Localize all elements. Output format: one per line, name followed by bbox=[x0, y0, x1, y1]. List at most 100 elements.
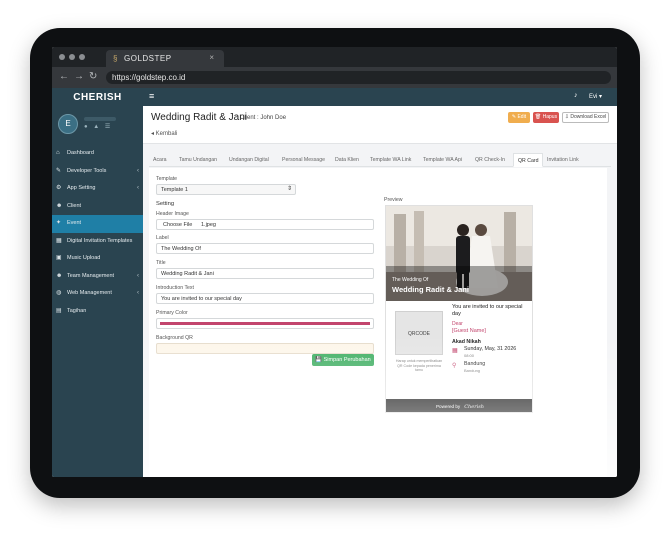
tab-qr-check-in[interactable]: QR Check-In bbox=[475, 153, 505, 167]
powered-by-footer: Powered by Cherish bbox=[386, 399, 532, 412]
background-qr-label: Background QR bbox=[156, 335, 193, 341]
top-navbar: ≡ ♪ Evi ▾ bbox=[143, 88, 617, 106]
sidebar-item-team-management[interactable]: ☻ Team Management ‹ bbox=[52, 268, 143, 286]
user-dropdown[interactable]: Evi ▾ bbox=[589, 93, 602, 100]
tab-acara[interactable]: Acara bbox=[153, 153, 167, 167]
intro-text-input[interactable]: You are invited to our special day bbox=[156, 293, 374, 304]
brand-logo[interactable]: CHERISH bbox=[52, 88, 143, 106]
choose-file-button[interactable]: Choose File bbox=[163, 222, 192, 228]
photo-title-text: Wedding Radit & Jani bbox=[392, 285, 469, 294]
tab-template-wa-api[interactable]: Template WA Api bbox=[423, 153, 462, 167]
primary-color-picker[interactable] bbox=[156, 318, 374, 329]
tab-personal-message[interactable]: Personal Message bbox=[282, 153, 325, 167]
invited-text: You are invited to our special day bbox=[452, 304, 523, 317]
sidebar-item-event[interactable]: ✦ Event bbox=[52, 215, 143, 233]
save-changes-button[interactable]: 💾 Simpan Perubahan bbox=[312, 354, 374, 366]
header-image-file-input[interactable]: Choose File 1.jpeg bbox=[156, 219, 374, 230]
sidebar-item-tagihan[interactable]: ▤ Tagihan bbox=[52, 303, 143, 321]
event-place: Bandung bbox=[464, 361, 486, 367]
sidebar-icon: ☻ bbox=[56, 202, 63, 209]
calendar-icon: ▦ bbox=[452, 348, 458, 354]
sidebar-icon: ✦ bbox=[56, 220, 62, 226]
sidebar-icon: ⚙ bbox=[56, 185, 62, 191]
tab-qr-card[interactable]: QR Card bbox=[513, 153, 544, 167]
qr-card-panel: Template Template 1 ⇕ Setting Header Ima… bbox=[149, 168, 607, 477]
sidebar-icon: ☻ bbox=[56, 272, 63, 279]
powered-by-text: Powered by bbox=[435, 404, 461, 409]
main-content: Wedding Radit & Jani Client : John Doe ◂… bbox=[143, 106, 617, 477]
template-label: Template bbox=[156, 176, 178, 182]
sidebar-item-label: Digital Invitation Templates bbox=[67, 237, 133, 244]
browser-tab[interactable]: § GOLDSTEP × bbox=[106, 50, 224, 67]
sidebar-item-web-management[interactable]: ◍ Web Management ‹ bbox=[52, 285, 143, 303]
tab-undangan-digital[interactable]: Undangan Digital bbox=[229, 153, 269, 167]
sidebar-icon: ▦ bbox=[56, 237, 62, 244]
back-link[interactable]: ◂ Kembali bbox=[151, 130, 177, 137]
sidebar-item-label: Client bbox=[67, 202, 82, 209]
sidebar-icon: ▣ bbox=[56, 255, 62, 261]
background-qr-color-picker[interactable] bbox=[156, 343, 374, 354]
photo-label-text: The Wedding Of bbox=[392, 277, 429, 283]
delete-button[interactable]: 🗑 Hapus bbox=[533, 112, 559, 123]
sidebar: CHERISH E ● ▲ ☰ ⌂ Dashboard ✎ Developer Too… bbox=[52, 88, 143, 477]
user-status-icons[interactable]: ● ▲ ☰ bbox=[84, 123, 112, 130]
primary-color-swatch bbox=[160, 322, 370, 325]
chevron-left-icon: ‹ bbox=[137, 272, 139, 279]
forward-arrow-icon[interactable]: → bbox=[74, 71, 84, 82]
sidebar-item-label: Developer Tools bbox=[67, 167, 107, 174]
event-tabs: Acara Tamu Undangan Undangan Digital Person… bbox=[149, 153, 611, 167]
event-location-row: ⚲ Bandung Bandung bbox=[452, 361, 532, 373]
hamburger-menu-icon[interactable]: ≡ bbox=[149, 91, 154, 101]
goldstep-logo-icon: § bbox=[113, 54, 118, 63]
browser-titlebar: § GOLDSTEP × bbox=[52, 47, 617, 67]
setting-heading: Setting bbox=[156, 201, 175, 207]
window-close-dot[interactable] bbox=[59, 54, 65, 60]
sidebar-item-label: Tagihan bbox=[67, 307, 87, 314]
sidebar-item-dashboard[interactable]: ⌂ Dashboard bbox=[52, 145, 143, 163]
user-name-placeholder bbox=[84, 117, 116, 121]
qr-card-preview: The Wedding Of Wedding Radit & Jani QRCO… bbox=[385, 205, 533, 413]
sidebar-menu: ⌂ Dashboard ✎ Developer Tools ‹ ⚙ App Setting ‹… bbox=[52, 145, 143, 320]
event-name: Akad Nikah bbox=[452, 339, 481, 345]
event-place-sub: Bandung bbox=[464, 367, 481, 373]
label-input[interactable]: The Wedding Of bbox=[156, 243, 374, 254]
file-name: 1.jpeg bbox=[201, 222, 216, 228]
sidebar-item-label: Web Management bbox=[67, 290, 112, 296]
url-input[interactable]: https://goldstep.co.id bbox=[106, 71, 611, 84]
title-input[interactable]: Wedding Radit & Jani bbox=[156, 268, 374, 279]
sidebar-icon: ✎ bbox=[56, 167, 62, 174]
sidebar-item-label: Dashboard bbox=[67, 150, 94, 156]
sidebar-item-label: Music Upload bbox=[67, 255, 101, 261]
sidebar-item-app-setting[interactable]: ⚙ App Setting ‹ bbox=[52, 180, 143, 198]
edit-button[interactable]: ✎ Edit bbox=[508, 112, 530, 123]
tab-close-icon[interactable]: × bbox=[209, 53, 214, 62]
sidebar-item-music-upload[interactable]: ▣ Music Upload bbox=[52, 250, 143, 268]
tab-tamu-undangan[interactable]: Tamu Undangan bbox=[179, 153, 217, 167]
preview-label: Preview bbox=[384, 197, 403, 203]
template-selected-value: Template 1 bbox=[161, 187, 188, 193]
event-date-row: ▦ Sunday, May, 31 2026 08:00 bbox=[452, 346, 532, 358]
window-maximize-dot[interactable] bbox=[79, 54, 85, 60]
back-arrow-icon[interactable]: ← bbox=[59, 71, 69, 82]
sidebar-item-developer-tools[interactable]: ✎ Developer Tools ‹ bbox=[52, 163, 143, 181]
page-title: Wedding Radit & Jani bbox=[151, 112, 247, 123]
tab-invitation-link[interactable]: Invitation Link bbox=[547, 153, 579, 167]
window-minimize-dot[interactable] bbox=[69, 54, 75, 60]
header-image-label: Header Image bbox=[156, 211, 189, 217]
tab-template-wa-link[interactable]: Template WA Link bbox=[370, 153, 411, 167]
label-field-label: Label bbox=[156, 235, 169, 241]
dear-text: Dear bbox=[452, 321, 463, 327]
template-select[interactable]: Template 1 ⇕ bbox=[156, 184, 296, 195]
download-excel-button[interactable]: ⇩ Download Excel bbox=[562, 112, 609, 123]
sidebar-icon: ▤ bbox=[56, 307, 62, 314]
avatar[interactable]: E bbox=[58, 114, 78, 134]
tab-title: GOLDSTEP bbox=[124, 54, 172, 63]
tab-data-klien[interactable]: Data Klien bbox=[335, 153, 359, 167]
select-caret-icon: ⇕ bbox=[286, 186, 292, 192]
screen: § GOLDSTEP × ← → ↻ https://goldstep.co.i… bbox=[52, 47, 617, 477]
sidebar-item-digital-invitation-templates[interactable]: ▦ Digital Invitation Templates bbox=[52, 233, 143, 251]
notification-bell-icon[interactable]: ♪ bbox=[574, 92, 578, 99]
sidebar-item-client[interactable]: ☻ Client bbox=[52, 198, 143, 216]
reload-icon[interactable]: ↻ bbox=[89, 71, 97, 82]
primary-color-label: Primary Color bbox=[156, 310, 188, 316]
